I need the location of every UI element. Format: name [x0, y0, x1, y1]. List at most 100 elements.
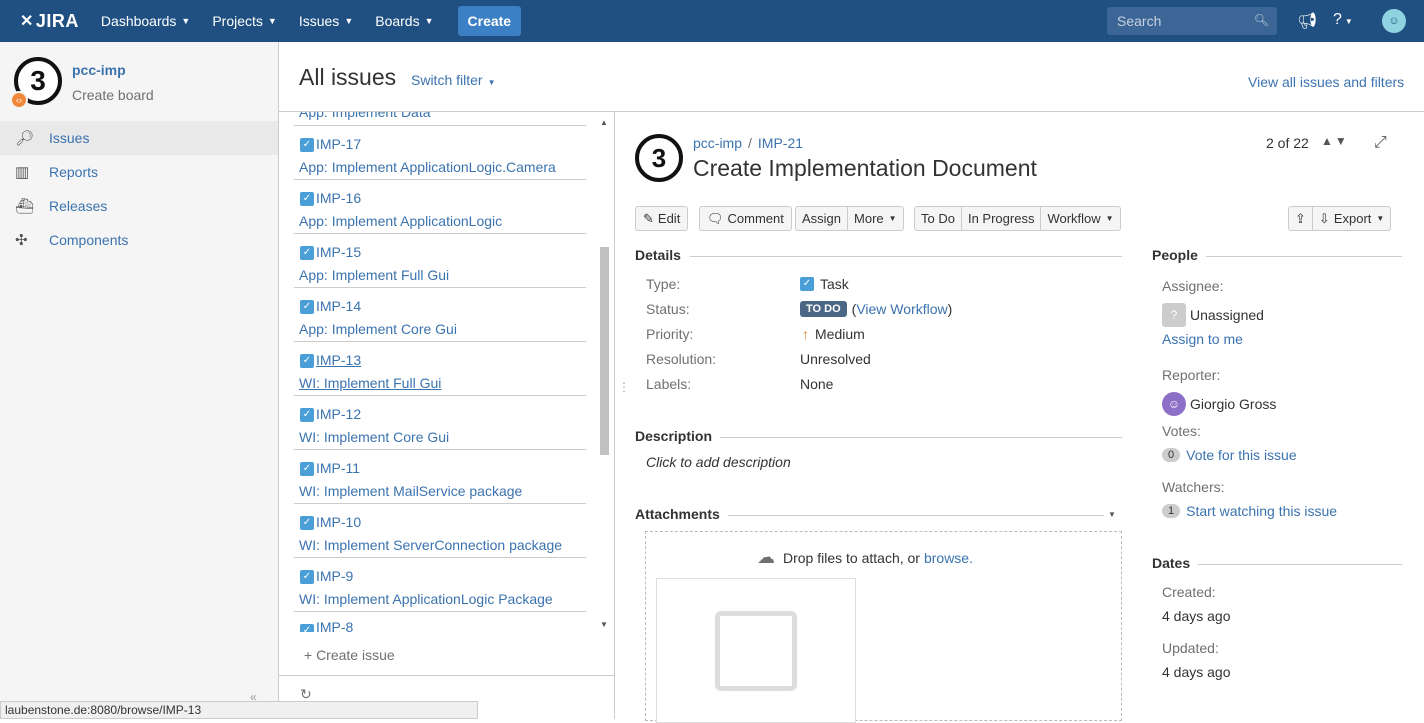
- nav-dashboards[interactable]: Dashboards ▼: [101, 13, 190, 29]
- list-item[interactable]: ✓ IMP-8: [294, 612, 586, 632]
- browse-link[interactable]: browse.: [924, 550, 973, 566]
- issue-summary[interactable]: App: Implement Core Gui: [299, 321, 457, 337]
- in-progress-button[interactable]: In Progress: [962, 207, 1042, 230]
- scrollbar-thumb[interactable]: [600, 247, 609, 455]
- list-item[interactable]: ✓ IMP-10 WI: Implement ServerConnection …: [294, 504, 586, 558]
- list-item[interactable]: ✓ IMP-13 WI: Implement Full Gui: [294, 342, 586, 396]
- nav-boards[interactable]: Boards ▼: [375, 13, 433, 29]
- project-sidebar: 3 ‹› pcc-imp Create board 🔎︎ Issues ▥ Re…: [0, 42, 279, 719]
- project-avatar-digit: 3: [30, 65, 46, 96]
- issue-summary[interactable]: WI: Implement ApplicationLogic Package: [299, 591, 553, 607]
- sidebar-item-releases[interactable]: ⛴ Releases: [0, 189, 278, 223]
- user-avatar[interactable]: ☺: [1382, 9, 1406, 33]
- view-all-issues-link[interactable]: View all issues and filters: [1248, 74, 1404, 90]
- nav-projects[interactable]: Projects ▼: [212, 13, 277, 29]
- next-issue-icon[interactable]: ▼: [1335, 134, 1349, 148]
- issue-summary[interactable]: App: Implement ApplicationLogic.Camera: [299, 159, 556, 175]
- priority-value[interactable]: ↑ Medium: [802, 326, 865, 342]
- issue-key[interactable]: IMP-16: [316, 190, 361, 206]
- search-input[interactable]: Search 🔍︎: [1107, 7, 1277, 35]
- workflow-button[interactable]: Workflow ▼: [1041, 207, 1119, 230]
- description-divider: [720, 437, 1122, 438]
- issue-summary[interactable]: WI: Implement Core Gui: [299, 429, 449, 445]
- attachment-thumbnail[interactable]: [656, 578, 856, 723]
- assign-to-me-link[interactable]: Assign to me: [1162, 331, 1243, 347]
- create-issue-link[interactable]: + Create issue: [304, 647, 395, 663]
- scroll-down-icon[interactable]: ▼: [600, 620, 608, 629]
- attachments-heading[interactable]: Attachments: [635, 506, 720, 522]
- more-button[interactable]: More ▼: [848, 207, 903, 230]
- list-item[interactable]: ✓ IMP-16 App: Implement ApplicationLogic: [294, 180, 586, 234]
- issue-key[interactable]: IMP-8: [316, 619, 353, 632]
- votes-label: Votes:: [1162, 423, 1201, 439]
- issue-summary[interactable]: WI: Implement Full Gui: [299, 375, 441, 391]
- issue-key[interactable]: IMP-12: [316, 406, 361, 422]
- issue-key[interactable]: IMP-13: [316, 352, 361, 368]
- jira-logo[interactable]: ✕ JIRA: [20, 11, 79, 32]
- edit-button[interactable]: ✎ Edit: [635, 206, 689, 231]
- sidebar-item-components[interactable]: ✣ Components: [0, 223, 278, 257]
- watchers-count-badge[interactable]: 1: [1162, 504, 1181, 518]
- software-project-badge-icon: ‹›: [10, 91, 28, 109]
- issue-key[interactable]: IMP-11: [316, 460, 360, 476]
- sidebar-item-reports[interactable]: ▥ Reports: [0, 155, 278, 189]
- export-button[interactable]: ⇩ Export ▼: [1313, 207, 1390, 230]
- issue-key[interactable]: IMP-14: [316, 298, 361, 314]
- labels-value[interactable]: None: [800, 376, 833, 392]
- list-item[interactable]: ✓ IMP-14 App: Implement Core Gui: [294, 288, 586, 342]
- reporter-value[interactable]: ☺ Giorgio Gross: [1162, 392, 1276, 416]
- previous-issue-icon[interactable]: ▲: [1321, 134, 1335, 148]
- issue-key[interactable]: IMP-10: [316, 514, 361, 530]
- attachments-options-icon[interactable]: ▼: [1108, 510, 1116, 519]
- share-button[interactable]: ⇪: [1289, 207, 1313, 230]
- issue-summary[interactable]: App: Implement ApplicationLogic: [299, 213, 502, 229]
- issue-summary[interactable]: WI: Implement MailService package: [299, 483, 522, 499]
- scroll-up-icon[interactable]: ▲: [600, 118, 608, 127]
- watch-link[interactable]: Start watching this issue: [1186, 503, 1337, 519]
- create-button[interactable]: Create: [457, 6, 522, 36]
- breadcrumb-project[interactable]: pcc-imp: [693, 135, 742, 151]
- issue-title[interactable]: Create Implementation Document: [693, 155, 1037, 182]
- assignee-value[interactable]: ? Unassigned: [1162, 303, 1264, 327]
- description-field[interactable]: Click to add description: [646, 454, 791, 470]
- project-name[interactable]: pcc-imp: [72, 62, 126, 78]
- drop-files-label: Drop files to attach, or: [783, 549, 920, 566]
- task-icon: ✓: [800, 277, 814, 291]
- breadcrumb-issue-key[interactable]: IMP-21: [758, 135, 803, 151]
- to-do-button[interactable]: To Do: [915, 207, 962, 230]
- help-icon[interactable]: ? ▼: [1333, 11, 1353, 29]
- panel-resize-handle[interactable]: ⋮: [618, 380, 630, 394]
- status-value: TO DO (View Workflow): [800, 301, 952, 317]
- details-divider: [690, 256, 1122, 257]
- view-workflow-link[interactable]: View Workflow: [856, 301, 947, 317]
- list-item[interactable]: ✓ IMP-12 WI: Implement Core Gui: [294, 396, 586, 450]
- edit-button-label: Edit: [657, 211, 681, 226]
- project-avatar[interactable]: 3: [635, 134, 683, 182]
- details-heading[interactable]: Details: [635, 247, 681, 263]
- list-item[interactable]: ✓ IMP-15 App: Implement Full Gui: [294, 234, 586, 288]
- people-heading[interactable]: People: [1152, 247, 1198, 263]
- reporter-label: Reporter:: [1162, 367, 1221, 383]
- issue-summary[interactable]: App: Implement Full Gui: [299, 267, 449, 283]
- comment-button[interactable]: 🗨︎ Comment: [699, 206, 792, 231]
- list-item[interactable]: ✓ IMP-17 App: Implement ApplicationLogic…: [294, 126, 586, 180]
- type-value: ✓ Task: [800, 276, 849, 292]
- create-board-link[interactable]: Create board: [72, 87, 154, 103]
- dates-heading[interactable]: Dates: [1152, 555, 1190, 571]
- nav-issues[interactable]: Issues ▼: [299, 13, 353, 29]
- votes-count-badge: 0: [1162, 448, 1181, 462]
- assign-button[interactable]: Assign: [796, 207, 849, 230]
- vote-link[interactable]: Vote for this issue: [1186, 447, 1297, 463]
- issue-key[interactable]: IMP-9: [316, 568, 353, 584]
- megaphone-icon[interactable]: 📢︎: [1297, 11, 1317, 31]
- description-heading[interactable]: Description: [635, 428, 712, 444]
- assignee-name: Unassigned: [1190, 307, 1264, 323]
- list-item[interactable]: ✓ IMP-9 WI: Implement ApplicationLogic P…: [294, 558, 586, 612]
- sidebar-item-issues[interactable]: 🔎︎ Issues: [0, 121, 278, 155]
- list-item[interactable]: ✓ IMP-11 WI: Implement MailService packa…: [294, 450, 586, 504]
- issue-key[interactable]: IMP-15: [316, 244, 361, 260]
- switch-filter-button[interactable]: Switch filter ▼: [411, 72, 496, 88]
- issue-key[interactable]: IMP-17: [316, 136, 361, 152]
- expand-icon[interactable]: ⤢: [1374, 134, 1387, 152]
- issue-summary[interactable]: WI: Implement ServerConnection package: [299, 537, 562, 553]
